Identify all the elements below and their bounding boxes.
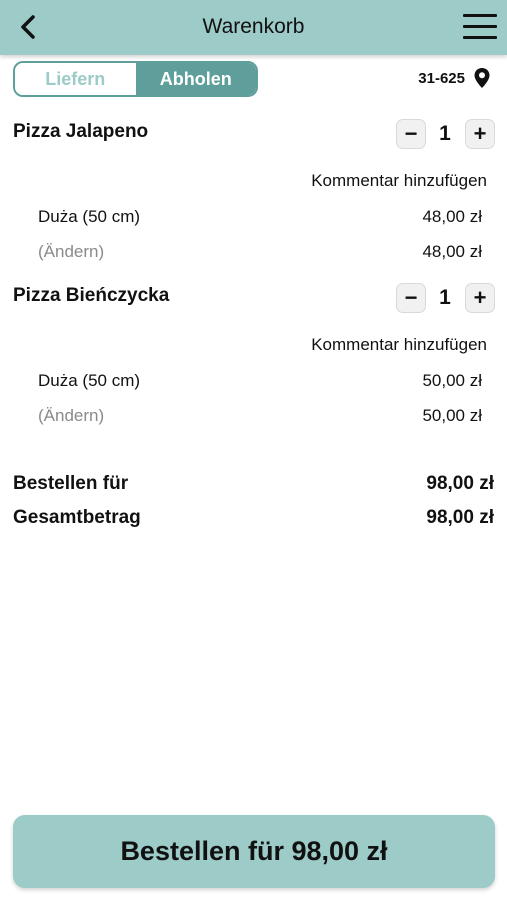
item-total-price: 50,00 zł: [422, 406, 482, 425]
toggle-option-liefern[interactable]: Liefern: [15, 63, 136, 95]
total-label: Gesamtbetrag: [13, 507, 141, 528]
delivery-mode-toggle: Liefern Abholen: [13, 61, 258, 97]
map-pin-icon[interactable]: [473, 67, 491, 89]
variant-price: 48,00 zł: [422, 207, 482, 226]
increase-quantity-button[interactable]: +: [465, 283, 495, 313]
order-for-label: Bestellen für: [13, 473, 129, 494]
add-comment-link[interactable]: Kommentar hinzufügen: [311, 171, 487, 191]
total-value: 98,00 zł: [426, 507, 494, 528]
item-total-price: 48,00 zł: [422, 242, 482, 261]
item-variant: Duża (50 cm): [38, 207, 141, 226]
change-variant-link[interactable]: (Ändern): [38, 406, 104, 426]
increase-quantity-button[interactable]: +: [465, 119, 495, 149]
decrease-quantity-button[interactable]: −: [396, 119, 426, 149]
place-order-button[interactable]: Bestellen für 98,00 zł: [13, 815, 495, 888]
decrease-quantity-button[interactable]: −: [396, 283, 426, 313]
item-quantity: 1: [439, 286, 451, 309]
menu-button[interactable]: [463, 14, 497, 42]
cart-item-name: Pizza Bieńczycka: [13, 285, 170, 306]
cart-item-name: Pizza Jalapeno: [13, 121, 149, 142]
item-variant: Duża (50 cm): [38, 371, 141, 390]
variant-price: 50,00 zł: [422, 371, 482, 390]
page-title: Warenkorb: [202, 15, 305, 38]
postal-code[interactable]: 31-625: [418, 70, 465, 87]
app-header: Warenkorb: [0, 0, 507, 55]
toggle-option-abholen[interactable]: Abholen: [135, 63, 256, 95]
item-quantity: 1: [439, 122, 451, 145]
hamburger-menu-icon: [463, 14, 497, 17]
order-for-value: 98,00 zł: [426, 473, 494, 494]
add-comment-link[interactable]: Kommentar hinzufügen: [311, 335, 487, 355]
change-variant-link[interactable]: (Ändern): [38, 242, 104, 262]
